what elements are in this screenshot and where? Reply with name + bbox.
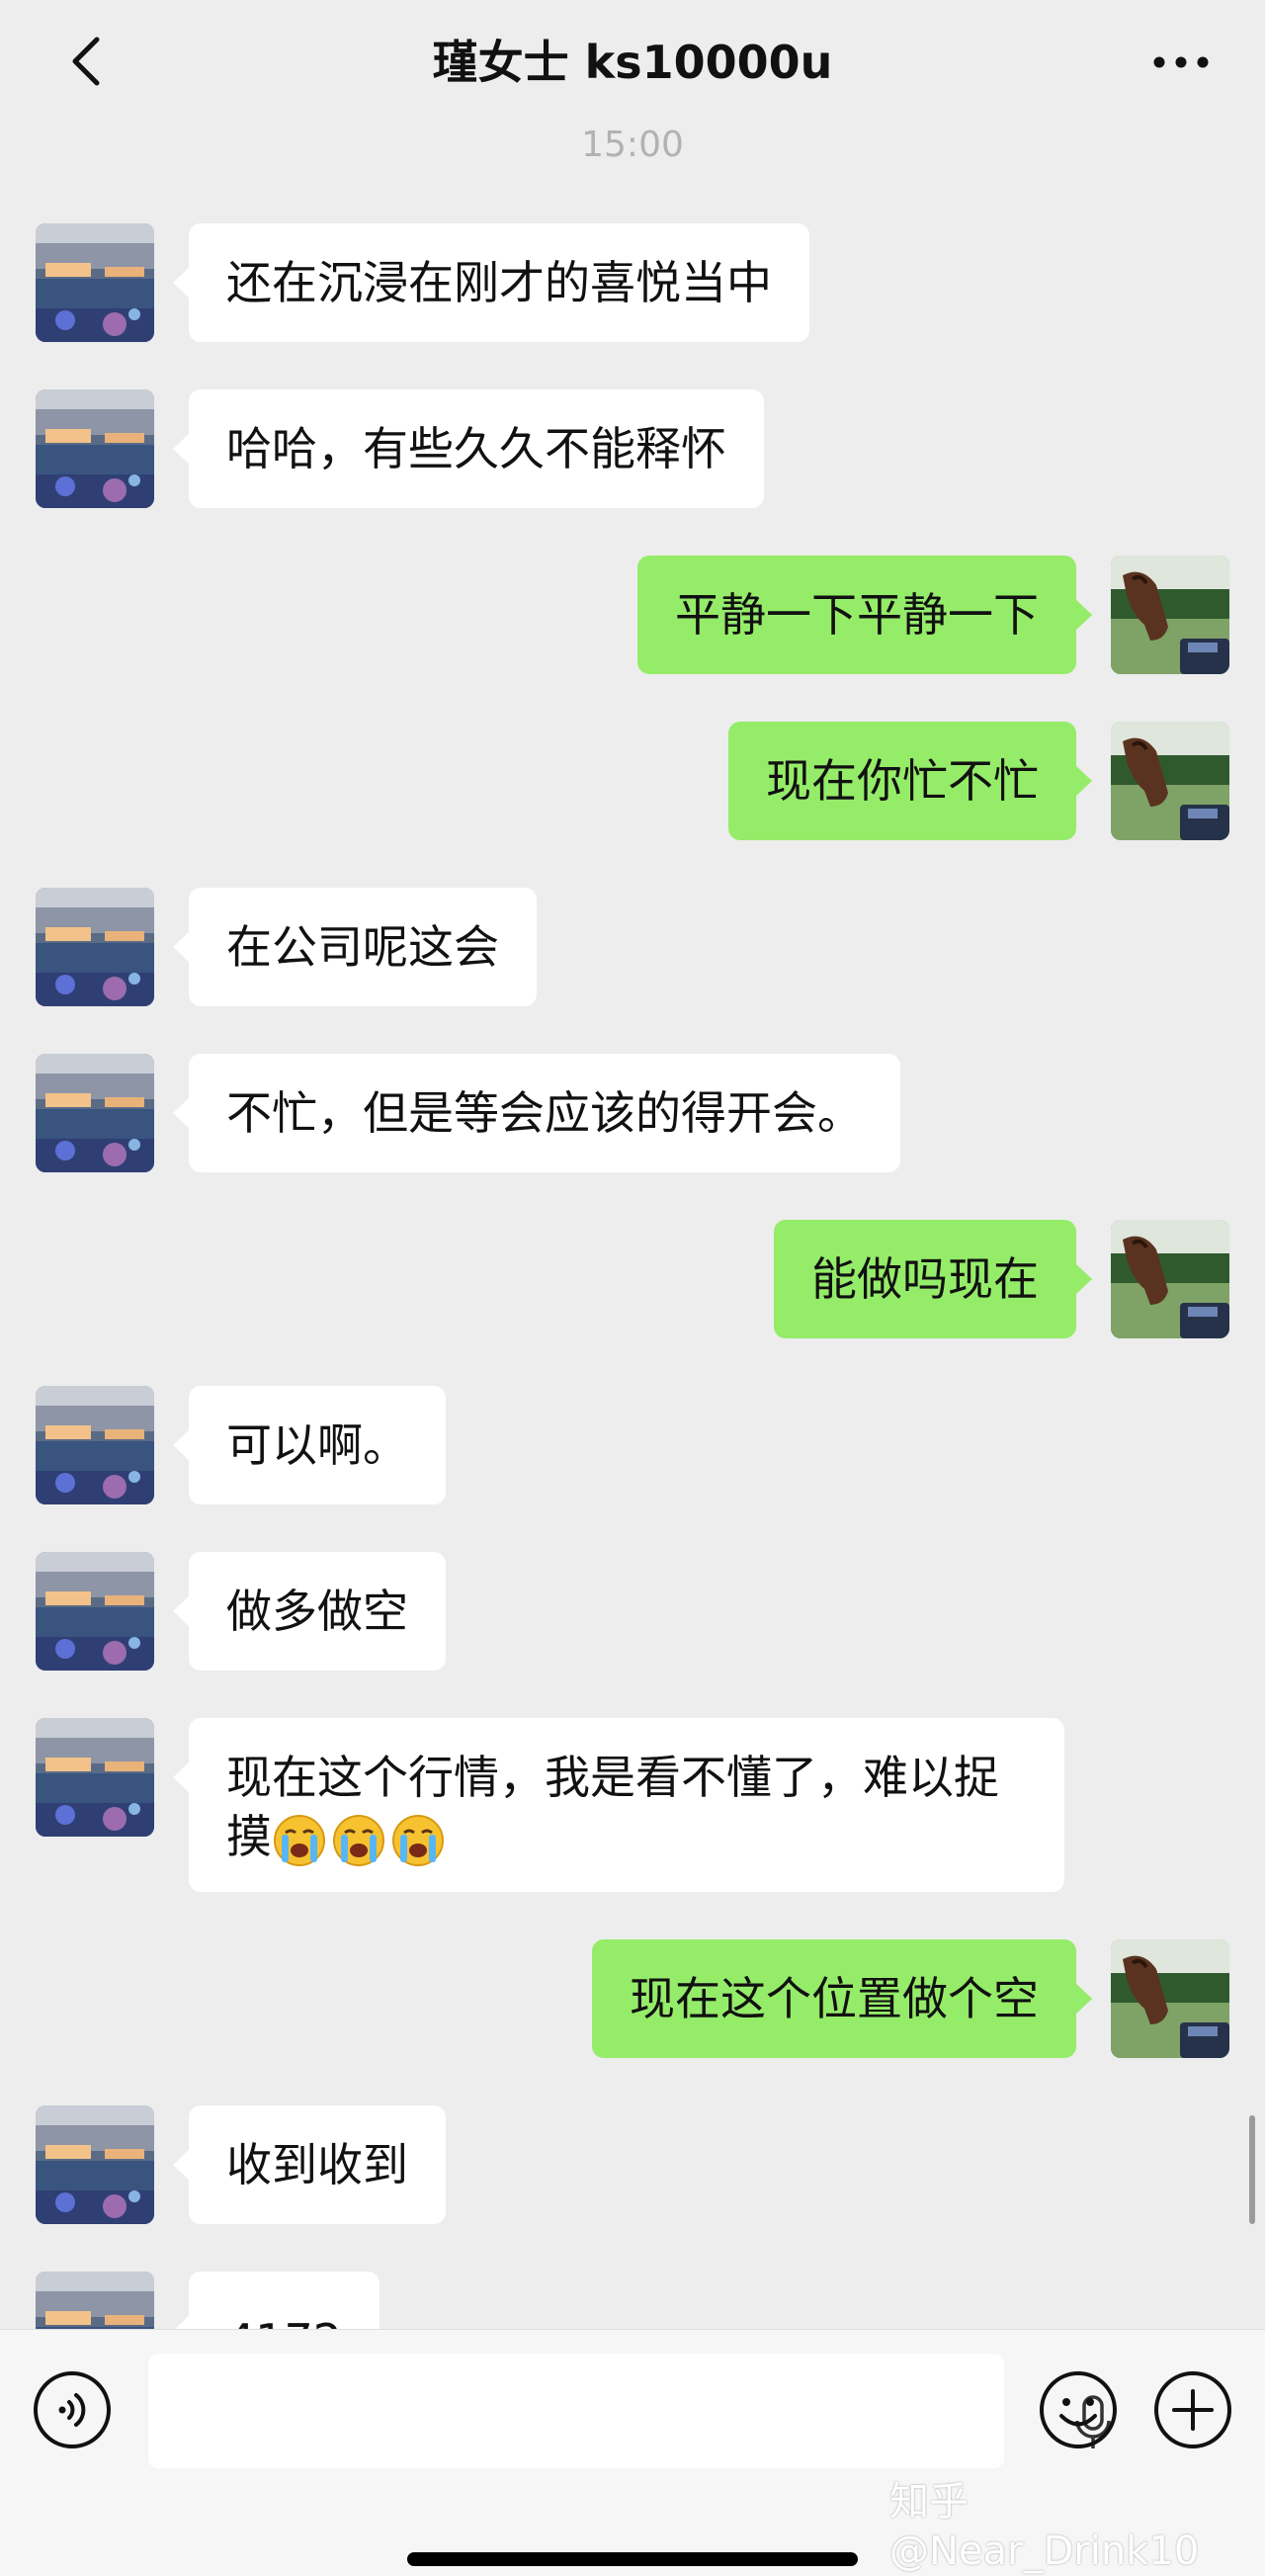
plus-icon bbox=[1154, 2371, 1231, 2448]
chat-title: 瑾女士 ks10000u bbox=[432, 36, 833, 89]
contact-avatar[interactable] bbox=[36, 888, 154, 1006]
message-bubble[interactable]: 能做吗现在 bbox=[774, 1220, 1092, 1338]
home-indicator[interactable] bbox=[407, 2552, 858, 2566]
chat-scrollbar[interactable] bbox=[1249, 2115, 1255, 2224]
message-bubble[interactable]: 哈哈，有些久久不能释怀 bbox=[173, 389, 764, 508]
contact-avatar[interactable] bbox=[36, 223, 154, 342]
more-options-button[interactable] bbox=[1146, 40, 1216, 85]
message-input[interactable] bbox=[148, 2354, 1111, 2468]
more-functions-button[interactable] bbox=[1152, 2369, 1233, 2450]
my-avatar[interactable] bbox=[1111, 556, 1229, 674]
watermark: 知乎 @Near_Drink10 bbox=[889, 2479, 1200, 2574]
message-bubble[interactable]: 做多做空 bbox=[173, 1552, 446, 1671]
more-dots-icon bbox=[1153, 56, 1209, 68]
chevron-left-icon bbox=[72, 37, 100, 86]
loudly-crying-emoji-icon bbox=[332, 1814, 385, 1866]
my-avatar[interactable] bbox=[1111, 1939, 1229, 2058]
contact-avatar[interactable] bbox=[36, 1552, 154, 1671]
contact-avatar[interactable] bbox=[36, 389, 154, 508]
chat-header: 瑾女士 ks10000u bbox=[0, 0, 1265, 125]
emoji-button[interactable] bbox=[1038, 2369, 1119, 2450]
chat-screen: 瑾女士 ks10000u 15:00 还在沉浸在刚才的喜悦当中 哈哈，有些久久不… bbox=[0, 0, 1265, 2576]
loudly-crying-emoji-icon bbox=[273, 1814, 326, 1866]
message-bubble[interactable]: 现在这个位置做个空 bbox=[592, 1939, 1092, 2058]
my-avatar[interactable] bbox=[1111, 722, 1229, 840]
message-bubble[interactable]: 不忙，但是等会应该的得开会。 bbox=[173, 1054, 900, 1172]
contact-avatar[interactable] bbox=[36, 1386, 154, 1504]
contact-avatar[interactable] bbox=[36, 1718, 154, 1837]
message-bubble[interactable]: 收到收到 bbox=[173, 2105, 446, 2224]
message-bubble[interactable]: 平静一下平静一下 bbox=[637, 556, 1092, 674]
back-button[interactable] bbox=[57, 32, 117, 91]
contact-avatar[interactable] bbox=[36, 1054, 154, 1172]
voice-input-icon bbox=[34, 2371, 111, 2448]
message-bubble[interactable]: 现在你忙不忙 bbox=[728, 722, 1092, 840]
voice-input-button[interactable] bbox=[32, 2369, 113, 2450]
emoji-group bbox=[272, 1813, 446, 1868]
message-bubble[interactable]: 在公司呢这会 bbox=[173, 888, 537, 1006]
message-timestamp: 15:00 bbox=[581, 125, 684, 165]
message-bubble[interactable]: 现在这个行情，我是看不懂了，难以捉摸 bbox=[173, 1718, 1064, 1892]
loudly-crying-emoji-icon bbox=[391, 1814, 445, 1866]
my-avatar[interactable] bbox=[1111, 1220, 1229, 1338]
message-bubble[interactable]: 可以啊。 bbox=[173, 1386, 446, 1504]
message-bubble[interactable]: 还在沉浸在刚才的喜悦当中 bbox=[173, 223, 809, 342]
contact-avatar[interactable] bbox=[36, 2105, 154, 2224]
emoji-icon bbox=[1040, 2371, 1117, 2448]
